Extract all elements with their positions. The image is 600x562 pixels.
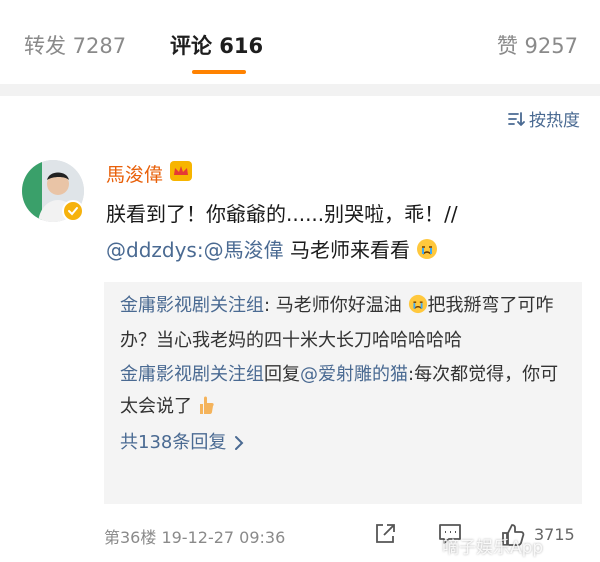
active-tab-indicator [192,70,246,74]
thumbs-up-emoji-icon [198,394,216,426]
comment-text-tail: 马老师来看看 [283,238,410,262]
comment-body: 朕看到了！你爺爺的......别哭啦，乖！// @ddzdys:@馬浚偉 马老师… [106,196,586,271]
comment-meta: 第36楼 19-12-27 09:36 [104,528,286,547]
reply-target[interactable]: @爱射雕的猫 [300,364,408,385]
reply-item: 金庸影视剧关注组回复@爱射雕的猫:每次都觉得，你可太会说了 [120,359,566,426]
reply-author[interactable]: 金庸影视剧关注组 [120,295,264,316]
comment-text-main: 朕看到了！你爺爺的......别哭啦，乖！// [106,202,458,226]
sort-button[interactable]: 按热度 [507,106,580,131]
sort-label: 按热度 [529,111,580,131]
reply-word: 回复 [264,364,300,385]
watermark: 嘀子娱乐App [442,538,544,558]
reply-author[interactable]: 金庸影视剧关注组 [120,364,264,385]
more-replies-link[interactable]: 共138条回复 [120,428,566,458]
tab-repost[interactable]: 转发 7287 [24,30,126,60]
tab-bar: 转发 7287 评论 616 赞 9257 [0,0,600,84]
chevron-right-icon [235,436,244,450]
section-divider [0,84,600,96]
comment-author-name: 馬浚偉 [106,164,164,186]
reply-item: 金庸影视剧关注组: 马老师你好温油 把我掰弯了可咋办？当心我老妈的四十米大长刀哈… [120,290,566,357]
more-replies-label: 共138条回复 [120,432,227,453]
sort-icon [508,111,525,126]
tab-comments[interactable]: 评论 616 [170,30,263,60]
crying-emoji-icon [416,235,438,271]
mention-ddzdys[interactable]: @ddzdys [106,238,197,262]
tab-likes[interactable]: 赞 9257 [497,30,578,60]
crying-emoji-icon [408,293,428,325]
replies-box: 金庸影视剧关注组: 马老师你好温油 把我掰弯了可咋办？当心我老妈的四十米大长刀哈… [104,282,582,504]
verified-badge-icon [62,200,84,222]
reply-text: : 马老师你好温油 [264,295,402,316]
mention-author[interactable]: :@馬浚偉 [197,238,284,262]
crown-badge-icon [169,160,193,187]
share-icon[interactable] [373,522,397,550]
comment-author[interactable]: 馬浚偉 [106,160,193,187]
